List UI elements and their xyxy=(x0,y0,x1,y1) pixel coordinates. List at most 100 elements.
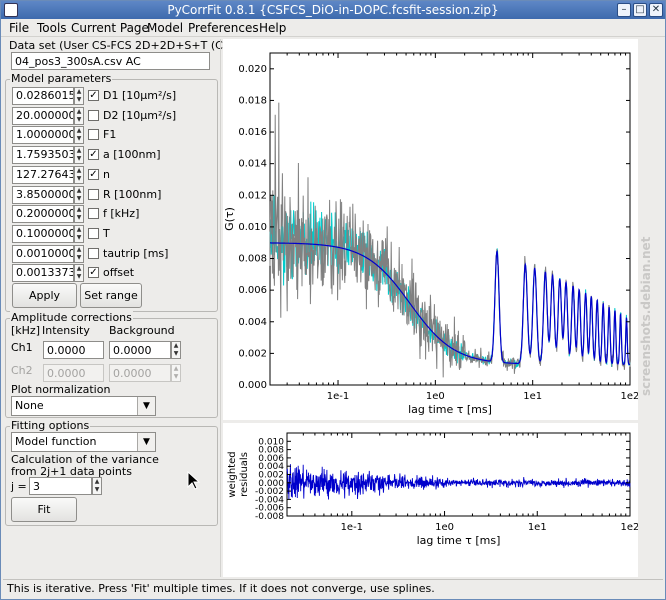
set-range-button[interactable]: Set range xyxy=(80,283,142,308)
param-fit-checkbox-6[interactable] xyxy=(88,208,99,220)
ch2-background-stepper: ▲ ▼ xyxy=(171,364,181,382)
param-stepper-1[interactable]: ▲ ▼ xyxy=(74,106,84,125)
x-tick-label: 1e0 xyxy=(426,391,445,402)
dataset-label: Data set (User CS-FCS 2D+2D+S+T (C xyxy=(9,39,223,52)
ch1-background-stepper[interactable]: ▲ ▼ xyxy=(171,341,181,359)
app-icon xyxy=(4,3,18,17)
y-tick-label: 0.016 xyxy=(238,127,267,138)
plot-normalization-select[interactable]: None ▼ xyxy=(11,396,156,416)
dataset-field[interactable]: 04_pos3_300sA.csv AC xyxy=(11,52,210,70)
model-parameters-label: Model parameters xyxy=(10,72,113,85)
plot-normalization-label: Plot normalization xyxy=(11,383,111,396)
status-bar: This is iterative. Press 'Fit' multiple … xyxy=(3,579,663,598)
param-fit-checkbox-9[interactable]: ✓ xyxy=(88,267,99,279)
chevron-down-icon: ▼ xyxy=(137,397,155,415)
param-value-8[interactable]: 0.00100000 xyxy=(12,244,74,263)
j-stepper[interactable]: ▲ ▼ xyxy=(92,477,102,495)
ch2-intensity-field: 0.0000 xyxy=(43,364,104,382)
param-value-7[interactable]: 0.10000000 xyxy=(12,224,74,243)
param-stepper-5[interactable]: ▲ ▼ xyxy=(74,185,84,204)
x-tick-label: 1e2 xyxy=(621,522,638,533)
param-name-6: f [kHz] xyxy=(103,207,140,221)
apply-button[interactable]: Apply xyxy=(12,283,77,308)
param-fit-checkbox-1[interactable] xyxy=(88,109,99,121)
menu-file[interactable]: File xyxy=(9,21,29,35)
param-fit-checkbox-2[interactable] xyxy=(88,129,99,141)
menu-model[interactable]: Model xyxy=(147,21,183,35)
menu-tools[interactable]: Tools xyxy=(37,21,67,35)
j-field[interactable]: 3 xyxy=(29,477,92,495)
y-tick-label: 0.012 xyxy=(238,190,267,201)
param-value-3[interactable]: 1.75935037 xyxy=(12,146,74,165)
residuals-chart[interactable]: 0.0100.0080.0060.0040.0020.000-0.002-0.0… xyxy=(223,423,638,577)
param-name-8: tautrip [ms] xyxy=(103,246,169,260)
param-fit-checkbox-7[interactable] xyxy=(88,227,99,239)
x-tick-label: 1e-1 xyxy=(327,391,350,402)
fitting-options-label: Fitting options xyxy=(10,419,91,432)
ch1-background-field[interactable]: 0.0000 xyxy=(109,341,171,359)
param-value-5[interactable]: 3.85000000 xyxy=(12,185,74,204)
maximize-button[interactable]: □ xyxy=(633,3,647,17)
param-stepper-6[interactable]: ▲ ▼ xyxy=(74,205,84,224)
x-axis-label: lag time τ [ms] xyxy=(417,534,501,547)
param-fit-checkbox-8[interactable] xyxy=(88,247,99,259)
param-stepper-2[interactable]: ▲ ▼ xyxy=(74,126,84,145)
fit-function-value: Model function xyxy=(15,435,97,448)
param-fit-checkbox-0[interactable]: ✓ xyxy=(88,90,99,101)
y-tick-label: 0.018 xyxy=(238,95,267,106)
fit-button[interactable]: Fit xyxy=(11,497,77,522)
param-fit-checkbox-5[interactable] xyxy=(88,188,99,200)
correlation-chart[interactable]: 0.000 0.002 0.004 0.006 0.008 0.010 0.012 0.014… xyxy=(223,39,638,420)
ch1-label: Ch1 xyxy=(11,341,33,354)
param-stepper-4[interactable]: ▲ ▼ xyxy=(74,165,84,184)
y-tick-label: 0.006 xyxy=(238,285,267,296)
unit-label: [kHz] xyxy=(11,324,40,337)
param-value-9[interactable]: 0.00133739 xyxy=(12,264,74,283)
minimize-button[interactable]: – xyxy=(617,3,631,17)
x-tick-label: 1e1 xyxy=(523,391,542,402)
close-button[interactable]: ✕ xyxy=(649,3,663,17)
menu-preferences[interactable]: Preferences xyxy=(188,21,259,35)
param-value-1[interactable]: 20.0000000 xyxy=(12,106,74,125)
param-fit-checkbox-3[interactable]: ✓ xyxy=(88,149,99,161)
param-stepper-3[interactable]: ▲ ▼ xyxy=(74,146,84,165)
param-value-0[interactable]: 0.02860155 xyxy=(12,87,74,105)
param-value-6[interactable]: 0.20000000 xyxy=(12,205,74,224)
j-label: j = xyxy=(11,480,27,493)
mouse-cursor-icon xyxy=(187,471,201,490)
app-window: PyCorrFit 0.8.1 {CSFCS_DiO-in-DOPC.fcsfi… xyxy=(0,0,666,600)
y-axis-label: G(τ) xyxy=(223,207,236,231)
y-tick-label: 0.004 xyxy=(238,317,267,328)
fit-function-select[interactable]: Model function ▼ xyxy=(11,432,156,452)
title-bar: PyCorrFit 0.8.1 {CSFCS_DiO-in-DOPC.fcsfi… xyxy=(1,1,665,19)
intensity-header: Intensity xyxy=(42,324,90,337)
param-fit-checkbox-4[interactable]: ✓ xyxy=(88,168,99,180)
param-name-2: F1 xyxy=(103,128,117,142)
menu-current-page[interactable]: Current Page xyxy=(71,21,149,35)
y-tick-label: 0.014 xyxy=(238,159,267,170)
param-stepper-0[interactable]: ▲ ▼ xyxy=(74,87,84,105)
residuals-plot-area: 0.010 0.008 0.006 0.004 0.002 0.000 -0.002 -0.0… xyxy=(223,423,638,577)
menu-help[interactable]: Help xyxy=(259,21,286,35)
x-tick-label: 1e2 xyxy=(621,391,638,402)
param-name-3: a [100nm] xyxy=(103,148,161,162)
watermark: screenshots.debian.net xyxy=(639,236,653,396)
ch2-label: Ch2 xyxy=(11,364,33,377)
window-title: PyCorrFit 0.8.1 {CSFCS_DiO-in-DOPC.fcsfi… xyxy=(167,3,499,17)
ch2-background-field: 0.0000 xyxy=(109,364,171,382)
param-name-5: R [100nm] xyxy=(103,187,162,201)
y-tick-label: 0.020 xyxy=(238,64,267,75)
residuals-frame xyxy=(286,432,631,517)
main-plot-area: 0.000 0.002 0.004 0.006 0.008 0.010 0.012 0.014… xyxy=(223,39,638,420)
param-stepper-9[interactable]: ▲ ▼ xyxy=(74,264,84,283)
panel-splitter[interactable] xyxy=(220,39,222,577)
y-tick-label: -0.008 xyxy=(255,512,284,522)
y-tick-label: 0.000 xyxy=(238,380,267,391)
x-axis-label: lag time τ [ms] xyxy=(408,403,492,416)
param-value-4[interactable]: 127.276434 xyxy=(12,165,74,184)
y-axis-label: weighted xyxy=(227,451,238,497)
param-value-2[interactable]: 1.0000000 xyxy=(12,126,74,145)
ch1-intensity-field[interactable]: 0.0000 xyxy=(43,341,104,359)
param-stepper-8[interactable]: ▲ ▼ xyxy=(74,244,84,263)
param-stepper-7[interactable]: ▲ ▼ xyxy=(74,224,84,243)
